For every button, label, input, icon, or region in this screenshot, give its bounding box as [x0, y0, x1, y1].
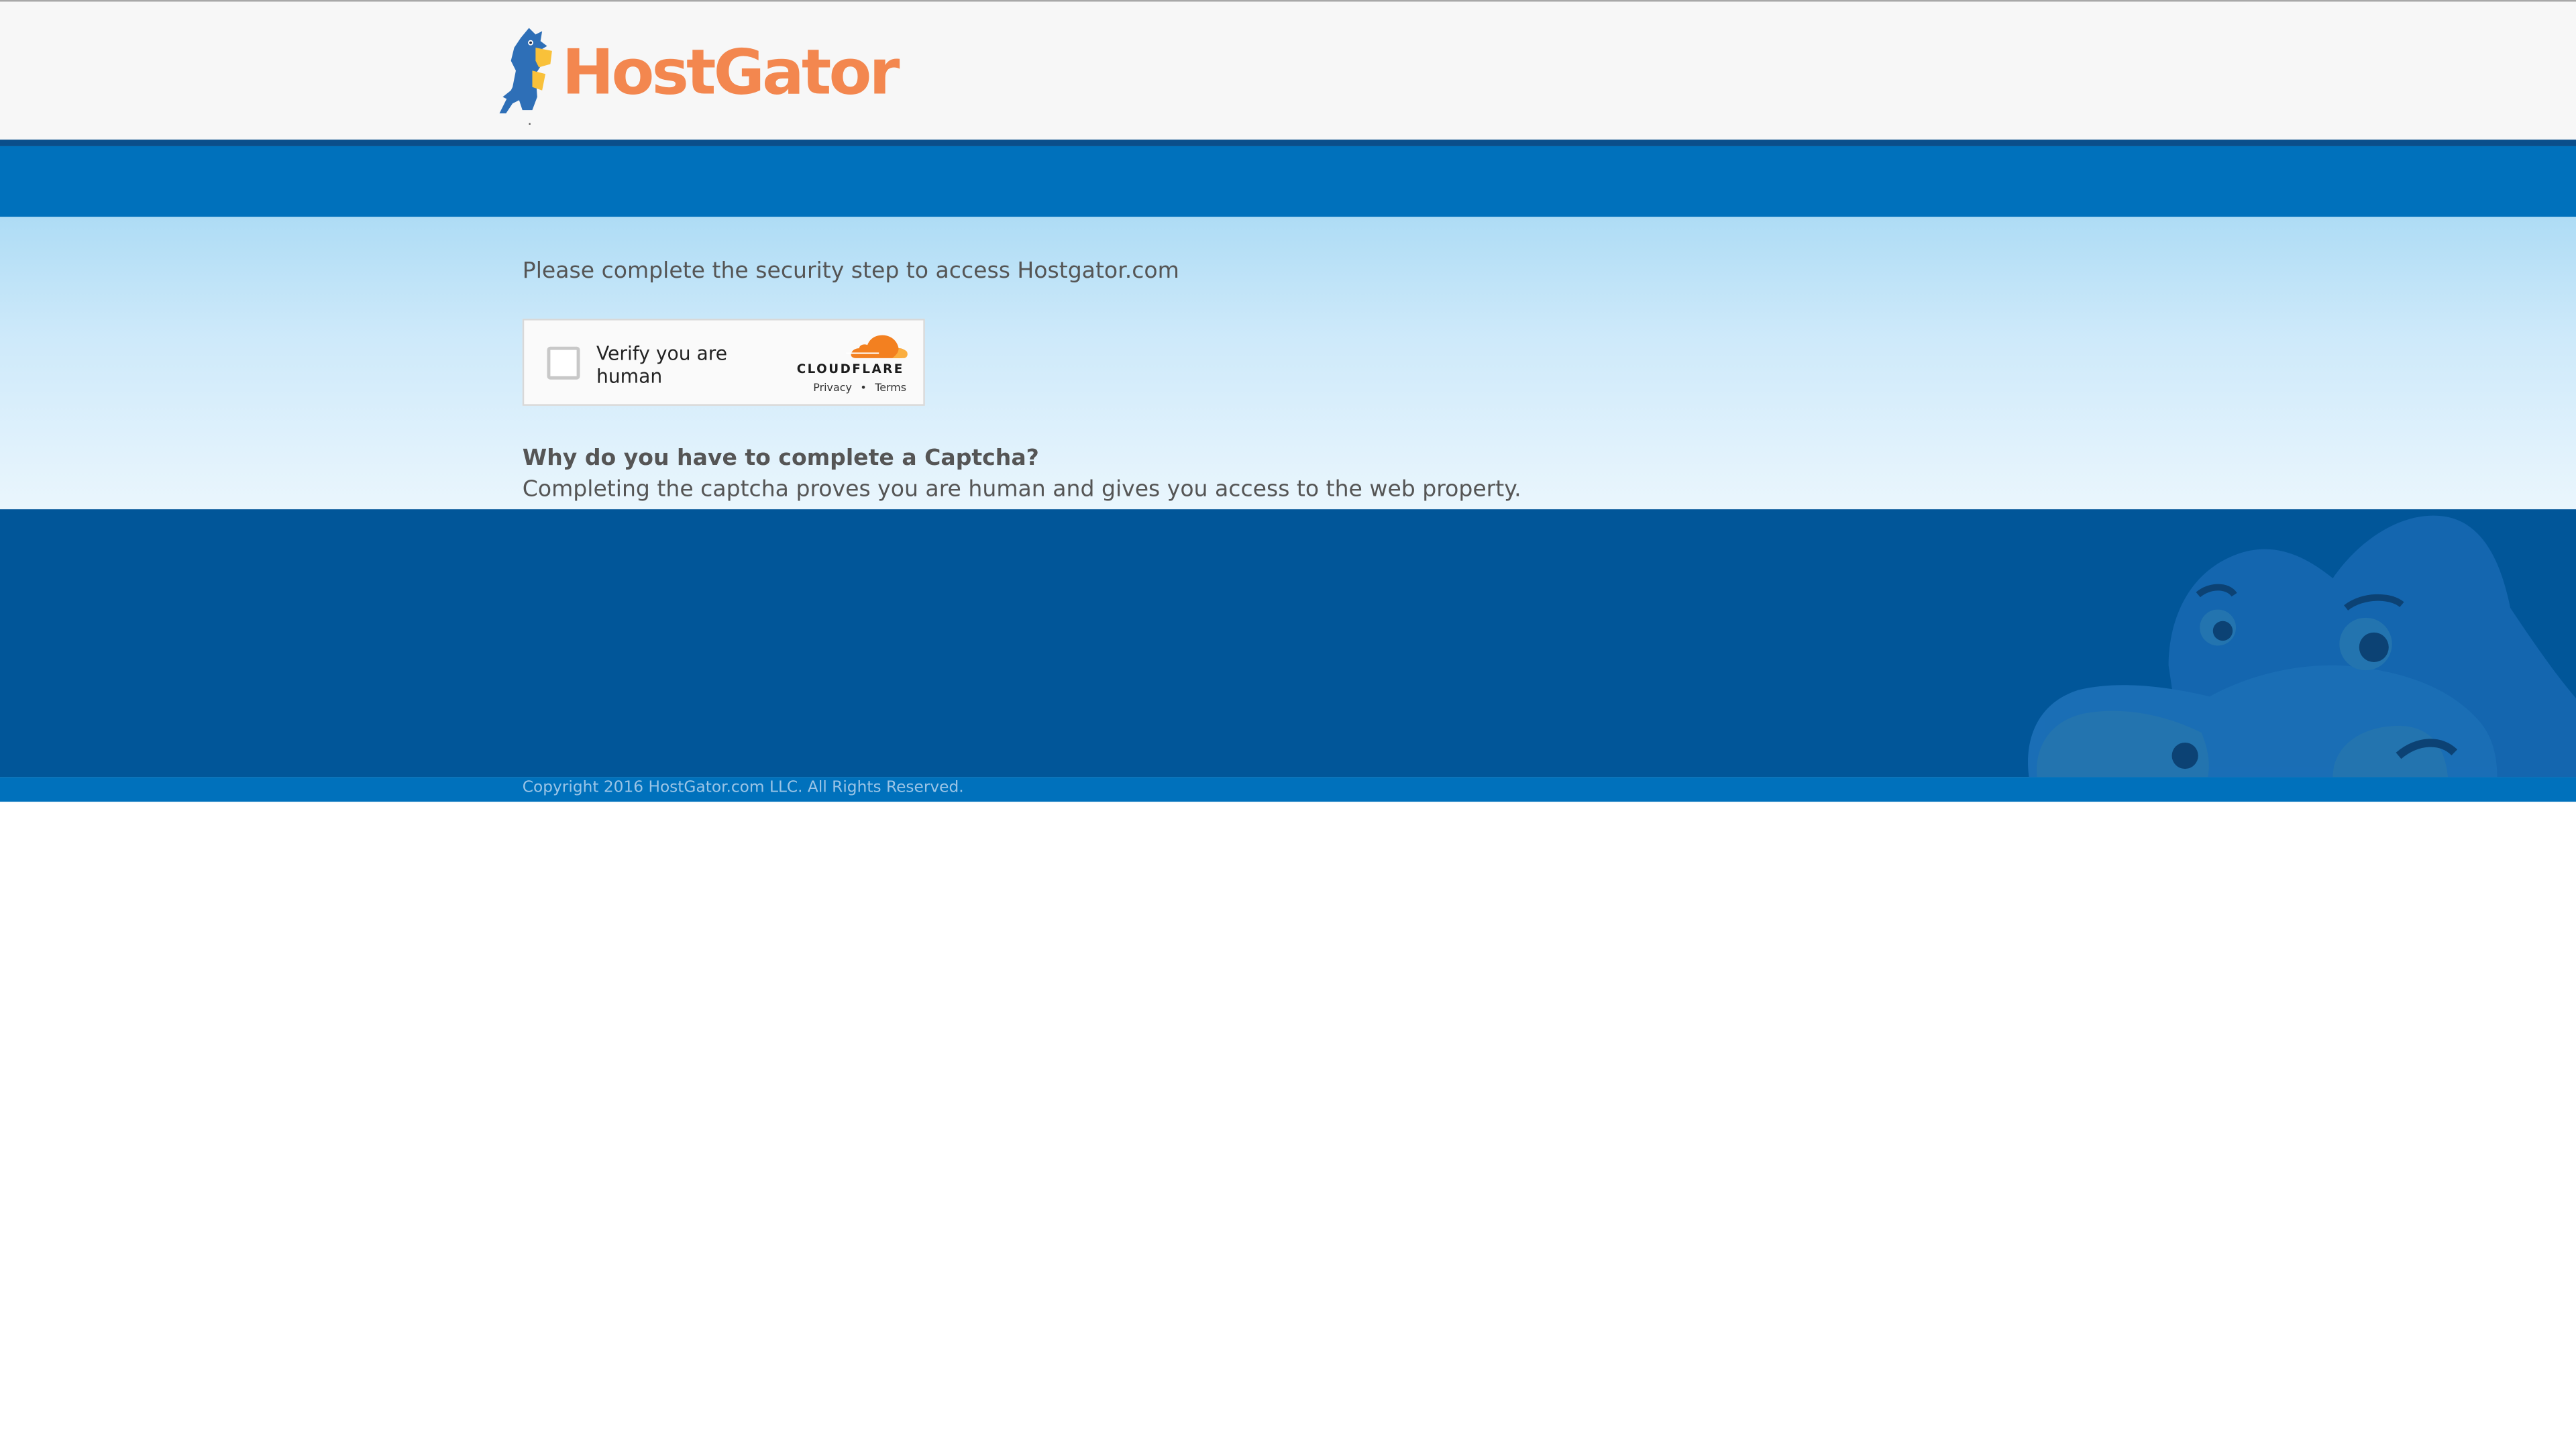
- security-prompt: Please complete the security step to acc…: [522, 258, 1179, 284]
- nav-band-border: [0, 140, 2576, 146]
- why-explanation: Completing the captcha proves you are hu…: [522, 476, 1521, 503]
- verify-checkbox[interactable]: [547, 346, 580, 380]
- verify-label[interactable]: Verify you are human: [596, 341, 761, 388]
- nav-band: [0, 146, 2576, 217]
- content-area: [0, 217, 2576, 510]
- link-separator: •: [860, 381, 867, 394]
- captcha-widget: Verify you are human CLOUDFLARE Privacy …: [522, 319, 925, 406]
- copyright-text: Copyright 2016 HostGator.com LLC. All Ri…: [522, 778, 964, 797]
- page: HostGator . Please complete the security…: [0, 0, 2576, 1449]
- cloudflare-wordmark: CLOUDFLARE: [796, 361, 904, 376]
- logo-wordmark: HostGator: [561, 36, 900, 109]
- privacy-link[interactable]: Privacy: [813, 381, 852, 394]
- site-header: HostGator .: [0, 0, 2576, 140]
- copyright-band: [0, 777, 2576, 802]
- gator-mascot-icon: [499, 28, 552, 113]
- terms-link[interactable]: Terms: [875, 381, 906, 394]
- gator-face-icon: [2028, 515, 2576, 777]
- cloudflare-cloud-icon: [846, 335, 908, 358]
- hostgator-logo[interactable]: HostGator .: [496, 25, 940, 129]
- footer-area: [0, 509, 2576, 777]
- widget-links: Privacy • Terms: [813, 381, 906, 394]
- why-heading: Why do you have to complete a Captcha?: [522, 445, 1039, 472]
- logo-dot: .: [527, 113, 533, 130]
